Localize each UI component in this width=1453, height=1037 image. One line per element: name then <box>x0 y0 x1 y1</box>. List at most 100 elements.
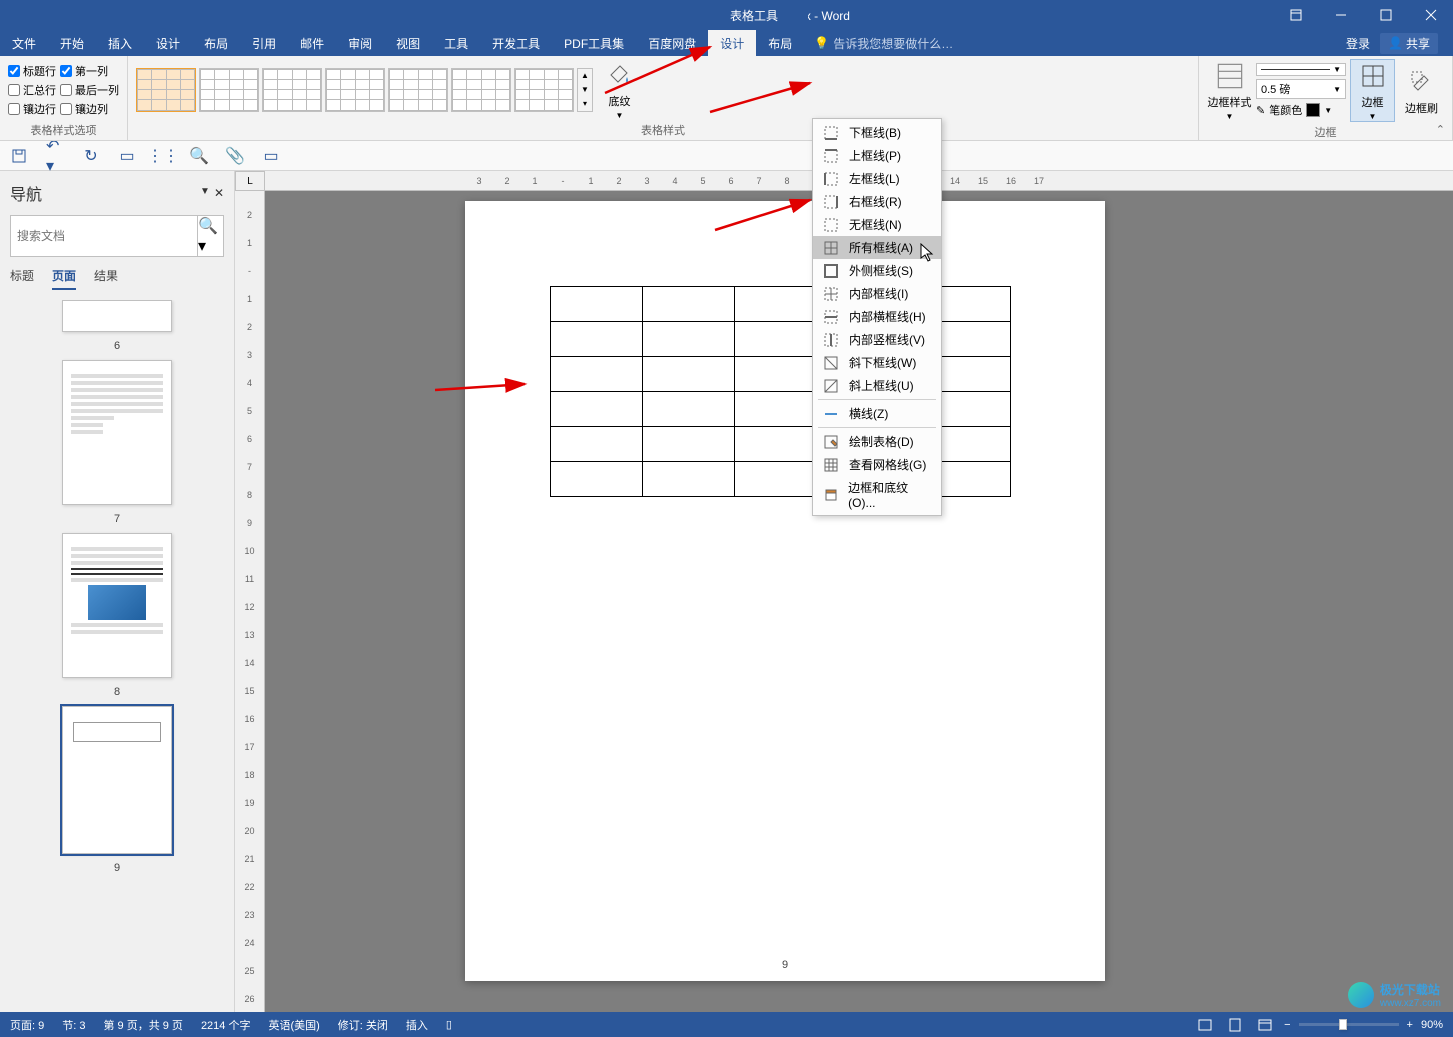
menu-item-border-right[interactable]: 右框线(R) <box>813 190 941 213</box>
nav-tab-pages[interactable]: 页面 <box>52 267 76 290</box>
vertical-ruler[interactable]: 21-1234567891011121314151617181920212223… <box>235 191 265 1012</box>
table-style-gallery[interactable]: ▲▼▾ <box>136 68 593 112</box>
annotation-arrow <box>710 80 820 120</box>
status-track-changes[interactable]: 修订: 关闭 <box>338 1017 388 1033</box>
nav-close-icon[interactable]: ✕ <box>214 186 224 200</box>
qat-icon-3[interactable]: ▭ <box>262 147 280 165</box>
border-style-icon <box>1214 60 1246 92</box>
page-thumbnail[interactable] <box>62 706 172 854</box>
maximize-icon[interactable] <box>1363 0 1408 30</box>
tab-insert[interactable]: 插入 <box>96 30 144 56</box>
zoom-out-icon[interactable]: − <box>1284 1019 1290 1031</box>
status-section[interactable]: 节: 3 <box>62 1017 85 1033</box>
close-icon[interactable] <box>1408 0 1453 30</box>
tab-home[interactable]: 开始 <box>48 30 96 56</box>
nav-search[interactable]: 🔍▾ <box>10 215 224 257</box>
status-words[interactable]: 2214 个字 <box>201 1017 251 1033</box>
border-inside-icon <box>823 286 839 302</box>
document-page[interactable]: 9 <box>465 201 1105 981</box>
page-thumbnail[interactable] <box>62 300 172 332</box>
border-styles-button[interactable]: 边框样式 ▼ <box>1207 60 1252 121</box>
share-button[interactable]: 👤 共享 <box>1380 33 1438 54</box>
pen-weight-select[interactable]: 0.5 磅▼ <box>1256 79 1346 99</box>
status-page-of[interactable]: 第 9 页，共 9 页 <box>103 1017 182 1033</box>
tab-layout[interactable]: 布局 <box>192 30 240 56</box>
nav-dropdown-icon[interactable]: ▼ <box>200 186 210 200</box>
tab-review[interactable]: 审阅 <box>336 30 384 56</box>
checkbox-汇总行[interactable]: 汇总行 <box>8 82 56 98</box>
qat-icon-1[interactable]: ▭ <box>118 147 136 165</box>
zoom-in-icon[interactable]: + <box>1407 1019 1413 1031</box>
watermark: 极光下载站 www.xz7.com <box>1348 981 1441 1009</box>
login-link[interactable]: 登录 <box>1346 35 1370 52</box>
ruler-corner[interactable]: L <box>235 171 265 191</box>
chevron-down-icon: ▼ <box>1226 112 1234 121</box>
page-thumbnail[interactable] <box>62 360 172 505</box>
menu-item-border-left[interactable]: 左框线(L) <box>813 167 941 190</box>
undo-icon[interactable]: ↶ ▾ <box>46 147 64 165</box>
share-label: 共享 <box>1406 35 1430 52</box>
chevron-down-icon: ▼ <box>1324 106 1332 115</box>
menu-item-border-inside-h[interactable]: 内部横框线(H) <box>813 305 941 328</box>
checkbox-最后一列[interactable]: 最后一列 <box>60 82 119 98</box>
checkbox-第一列[interactable]: 第一列 <box>60 63 119 79</box>
redo-icon[interactable]: ↻ <box>82 147 100 165</box>
menu-item-horizontal-line[interactable]: 横线(Z) <box>813 402 941 425</box>
menu-item-border-none[interactable]: 无框线(N) <box>813 213 941 236</box>
checkbox-标题行[interactable]: 标题行 <box>8 63 56 79</box>
pen-style-select[interactable]: ▼ <box>1256 63 1346 76</box>
tab-view[interactable]: 视图 <box>384 30 432 56</box>
border-painter-button[interactable]: 边框刷 <box>1399 66 1444 116</box>
zoom-slider[interactable] <box>1299 1023 1399 1026</box>
tab-file[interactable]: 文件 <box>0 30 48 56</box>
tab-references[interactable]: 引用 <box>240 30 288 56</box>
print-layout-icon[interactable] <box>1224 1016 1246 1034</box>
print-preview-icon[interactable]: 🔍 <box>190 147 208 165</box>
status-language[interactable]: 英语(美国) <box>268 1017 319 1033</box>
menu-item-border-diag-down[interactable]: 斜下框线(W) <box>813 351 941 374</box>
tab-table-layout[interactable]: 布局 <box>756 30 804 56</box>
menu-item-border-diag-up[interactable]: 斜上框线(U) <box>813 374 941 397</box>
checkbox-镶边行[interactable]: 镶边行 <box>8 101 56 117</box>
save-icon[interactable] <box>10 147 28 165</box>
gallery-scroll[interactable]: ▲▼▾ <box>577 68 593 112</box>
border-bottom-icon <box>823 125 839 141</box>
menu-item-border-top[interactable]: 上框线(P) <box>813 144 941 167</box>
nav-search-input[interactable] <box>11 216 197 256</box>
menu-item-border-inside-v[interactable]: 内部竖框线(V) <box>813 328 941 351</box>
menu-item-border-bottom[interactable]: 下框线(B) <box>813 121 941 144</box>
tab-developer[interactable]: 开发工具 <box>480 30 552 56</box>
status-page[interactable]: 页面: 9 <box>10 1017 44 1033</box>
minimize-icon[interactable] <box>1318 0 1363 30</box>
ribbon-tabs: 文件 开始 插入 设计 布局 引用 邮件 审阅 视图 工具 开发工具 PDF工具… <box>0 30 1453 56</box>
collapse-ribbon-icon[interactable]: ⌃ <box>1436 123 1445 136</box>
border-right-icon <box>823 194 839 210</box>
read-mode-icon[interactable] <box>1194 1016 1216 1034</box>
menu-item-border-inside[interactable]: 内部框线(I) <box>813 282 941 305</box>
tab-tools[interactable]: 工具 <box>432 30 480 56</box>
ribbon-display-options-icon[interactable] <box>1273 0 1318 30</box>
menu-item-draw-table[interactable]: 绘制表格(D) <box>813 430 941 453</box>
search-icon[interactable]: 🔍▾ <box>197 216 223 256</box>
navigation-pane: 导航 ▼ ✕ 🔍▾ 标题 页面 结果 6 7 8 <box>0 171 235 1012</box>
zoom-level[interactable]: 90% <box>1421 1019 1443 1031</box>
qat-icon-2[interactable]: ⋮⋮ <box>154 147 172 165</box>
macro-record-icon[interactable]: ▯ <box>446 1018 452 1031</box>
checkbox-镶边列[interactable]: 镶边列 <box>60 101 119 117</box>
status-insert-mode[interactable]: 插入 <box>406 1017 428 1033</box>
web-layout-icon[interactable] <box>1254 1016 1276 1034</box>
tell-me-search[interactable]: 💡 告诉我您想要做什么… <box>804 30 1346 56</box>
pen-color-button[interactable]: ✎ 笔颜色 ▼ <box>1256 102 1346 118</box>
borders-button[interactable]: 边框 ▼ <box>1350 59 1395 122</box>
tab-design[interactable]: 设计 <box>144 30 192 56</box>
lightbulb-icon: 💡 <box>814 36 829 50</box>
group-label-borders: 边框 <box>1207 122 1444 142</box>
chevron-down-icon: ▼ <box>616 111 624 120</box>
tab-mailings[interactable]: 邮件 <box>288 30 336 56</box>
attach-icon[interactable]: 📎 <box>226 147 244 165</box>
menu-item-borders-shading-dialog[interactable]: 边框和底纹(O)... <box>813 476 941 513</box>
page-thumbnail[interactable] <box>62 533 172 678</box>
nav-tab-headings[interactable]: 标题 <box>10 267 34 290</box>
menu-item-view-gridlines[interactable]: 查看网格线(G) <box>813 453 941 476</box>
nav-tab-results[interactable]: 结果 <box>94 267 118 290</box>
